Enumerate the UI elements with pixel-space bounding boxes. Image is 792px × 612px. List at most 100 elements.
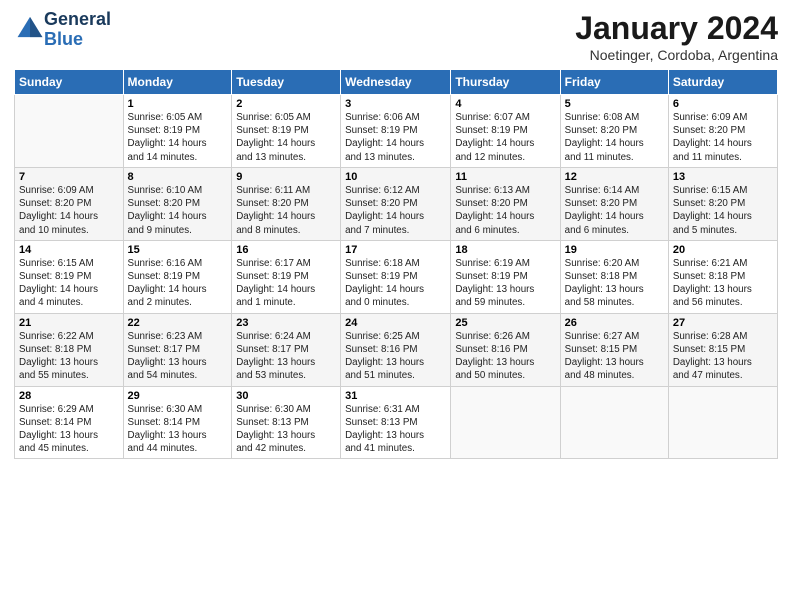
day-info: Sunrise: 6:24 AM Sunset: 8:17 PM Dayligh…: [236, 330, 336, 383]
day-number: 29: [128, 390, 228, 402]
calendar-cell: 20Sunrise: 6:21 AM Sunset: 8:18 PM Dayli…: [668, 240, 777, 313]
day-number: 24: [345, 317, 446, 329]
day-info: Sunrise: 6:30 AM Sunset: 8:13 PM Dayligh…: [236, 403, 336, 456]
day-number: 17: [345, 244, 446, 256]
day-info: Sunrise: 6:16 AM Sunset: 8:19 PM Dayligh…: [128, 257, 228, 310]
calendar-cell: 27Sunrise: 6:28 AM Sunset: 8:15 PM Dayli…: [668, 313, 777, 386]
day-number: 4: [455, 98, 555, 110]
calendar-table: SundayMondayTuesdayWednesdayThursdayFrid…: [14, 69, 778, 459]
calendar-cell: 7Sunrise: 6:09 AM Sunset: 8:20 PM Daylig…: [15, 167, 124, 240]
calendar-cell: 31Sunrise: 6:31 AM Sunset: 8:13 PM Dayli…: [341, 386, 451, 459]
logo-line1: General: [44, 9, 111, 29]
calendar-cell: 22Sunrise: 6:23 AM Sunset: 8:17 PM Dayli…: [123, 313, 232, 386]
col-header-friday: Friday: [560, 70, 668, 95]
calendar-cell: 16Sunrise: 6:17 AM Sunset: 8:19 PM Dayli…: [232, 240, 341, 313]
day-info: Sunrise: 6:09 AM Sunset: 8:20 PM Dayligh…: [19, 184, 119, 237]
day-number: 26: [565, 317, 664, 329]
day-info: Sunrise: 6:30 AM Sunset: 8:14 PM Dayligh…: [128, 403, 228, 456]
day-info: Sunrise: 6:13 AM Sunset: 8:20 PM Dayligh…: [455, 184, 555, 237]
calendar-cell: 17Sunrise: 6:18 AM Sunset: 8:19 PM Dayli…: [341, 240, 451, 313]
calendar-cell: 4Sunrise: 6:07 AM Sunset: 8:19 PM Daylig…: [451, 95, 560, 168]
day-info: Sunrise: 6:25 AM Sunset: 8:16 PM Dayligh…: [345, 330, 446, 383]
day-info: Sunrise: 6:11 AM Sunset: 8:20 PM Dayligh…: [236, 184, 336, 237]
day-info: Sunrise: 6:14 AM Sunset: 8:20 PM Dayligh…: [565, 184, 664, 237]
day-number: 3: [345, 98, 446, 110]
calendar-week-1: 1Sunrise: 6:05 AM Sunset: 8:19 PM Daylig…: [15, 95, 778, 168]
main-title: January 2024: [575, 10, 778, 47]
logo-line2: Blue: [44, 29, 83, 49]
page-container: General Blue January 2024 Noetinger, Cor…: [0, 0, 792, 467]
calendar-cell: 30Sunrise: 6:30 AM Sunset: 8:13 PM Dayli…: [232, 386, 341, 459]
day-number: 7: [19, 171, 119, 183]
day-number: 11: [455, 171, 555, 183]
logo-text-blue: Blue: [44, 30, 111, 50]
calendar-cell: [15, 95, 124, 168]
calendar-cell: 10Sunrise: 6:12 AM Sunset: 8:20 PM Dayli…: [341, 167, 451, 240]
calendar-cell: 25Sunrise: 6:26 AM Sunset: 8:16 PM Dayli…: [451, 313, 560, 386]
calendar-cell: 23Sunrise: 6:24 AM Sunset: 8:17 PM Dayli…: [232, 313, 341, 386]
calendar-cell: 1Sunrise: 6:05 AM Sunset: 8:19 PM Daylig…: [123, 95, 232, 168]
day-info: Sunrise: 6:15 AM Sunset: 8:20 PM Dayligh…: [673, 184, 773, 237]
day-info: Sunrise: 6:29 AM Sunset: 8:14 PM Dayligh…: [19, 403, 119, 456]
day-info: Sunrise: 6:08 AM Sunset: 8:20 PM Dayligh…: [565, 111, 664, 164]
day-number: 21: [19, 317, 119, 329]
day-info: Sunrise: 6:12 AM Sunset: 8:20 PM Dayligh…: [345, 184, 446, 237]
day-number: 9: [236, 171, 336, 183]
day-number: 31: [345, 390, 446, 402]
day-info: Sunrise: 6:18 AM Sunset: 8:19 PM Dayligh…: [345, 257, 446, 310]
calendar-cell: 11Sunrise: 6:13 AM Sunset: 8:20 PM Dayli…: [451, 167, 560, 240]
calendar-cell: 13Sunrise: 6:15 AM Sunset: 8:20 PM Dayli…: [668, 167, 777, 240]
calendar-cell: 29Sunrise: 6:30 AM Sunset: 8:14 PM Dayli…: [123, 386, 232, 459]
col-header-sunday: Sunday: [15, 70, 124, 95]
logo-text-general: General: [44, 10, 111, 30]
calendar-cell: 5Sunrise: 6:08 AM Sunset: 8:20 PM Daylig…: [560, 95, 668, 168]
calendar-cell: 2Sunrise: 6:05 AM Sunset: 8:19 PM Daylig…: [232, 95, 341, 168]
calendar-cell: 3Sunrise: 6:06 AM Sunset: 8:19 PM Daylig…: [341, 95, 451, 168]
day-number: 19: [565, 244, 664, 256]
calendar-week-4: 21Sunrise: 6:22 AM Sunset: 8:18 PM Dayli…: [15, 313, 778, 386]
calendar-header-row: SundayMondayTuesdayWednesdayThursdayFrid…: [15, 70, 778, 95]
day-info: Sunrise: 6:28 AM Sunset: 8:15 PM Dayligh…: [673, 330, 773, 383]
day-number: 18: [455, 244, 555, 256]
day-info: Sunrise: 6:20 AM Sunset: 8:18 PM Dayligh…: [565, 257, 664, 310]
day-info: Sunrise: 6:19 AM Sunset: 8:19 PM Dayligh…: [455, 257, 555, 310]
calendar-cell: 19Sunrise: 6:20 AM Sunset: 8:18 PM Dayli…: [560, 240, 668, 313]
calendar-cell: [451, 386, 560, 459]
day-number: 22: [128, 317, 228, 329]
day-info: Sunrise: 6:10 AM Sunset: 8:20 PM Dayligh…: [128, 184, 228, 237]
day-number: 20: [673, 244, 773, 256]
calendar-week-3: 14Sunrise: 6:15 AM Sunset: 8:19 PM Dayli…: [15, 240, 778, 313]
day-number: 12: [565, 171, 664, 183]
calendar-cell: 14Sunrise: 6:15 AM Sunset: 8:19 PM Dayli…: [15, 240, 124, 313]
day-number: 16: [236, 244, 336, 256]
calendar-cell: 6Sunrise: 6:09 AM Sunset: 8:20 PM Daylig…: [668, 95, 777, 168]
day-number: 10: [345, 171, 446, 183]
logo-icon: [16, 15, 44, 39]
calendar-cell: 12Sunrise: 6:14 AM Sunset: 8:20 PM Dayli…: [560, 167, 668, 240]
calendar-cell: 26Sunrise: 6:27 AM Sunset: 8:15 PM Dayli…: [560, 313, 668, 386]
day-info: Sunrise: 6:15 AM Sunset: 8:19 PM Dayligh…: [19, 257, 119, 310]
calendar-cell: 8Sunrise: 6:10 AM Sunset: 8:20 PM Daylig…: [123, 167, 232, 240]
subtitle: Noetinger, Cordoba, Argentina: [575, 47, 778, 63]
logo: General Blue: [14, 10, 111, 50]
day-info: Sunrise: 6:31 AM Sunset: 8:13 PM Dayligh…: [345, 403, 446, 456]
col-header-wednesday: Wednesday: [341, 70, 451, 95]
day-number: 6: [673, 98, 773, 110]
calendar-cell: 18Sunrise: 6:19 AM Sunset: 8:19 PM Dayli…: [451, 240, 560, 313]
day-number: 13: [673, 171, 773, 183]
day-number: 14: [19, 244, 119, 256]
day-info: Sunrise: 6:05 AM Sunset: 8:19 PM Dayligh…: [236, 111, 336, 164]
calendar-cell: 28Sunrise: 6:29 AM Sunset: 8:14 PM Dayli…: [15, 386, 124, 459]
day-number: 2: [236, 98, 336, 110]
day-number: 23: [236, 317, 336, 329]
calendar-cell: 24Sunrise: 6:25 AM Sunset: 8:16 PM Dayli…: [341, 313, 451, 386]
day-info: Sunrise: 6:06 AM Sunset: 8:19 PM Dayligh…: [345, 111, 446, 164]
day-info: Sunrise: 6:23 AM Sunset: 8:17 PM Dayligh…: [128, 330, 228, 383]
day-info: Sunrise: 6:22 AM Sunset: 8:18 PM Dayligh…: [19, 330, 119, 383]
col-header-tuesday: Tuesday: [232, 70, 341, 95]
day-info: Sunrise: 6:27 AM Sunset: 8:15 PM Dayligh…: [565, 330, 664, 383]
day-number: 8: [128, 171, 228, 183]
day-number: 28: [19, 390, 119, 402]
calendar-week-2: 7Sunrise: 6:09 AM Sunset: 8:20 PM Daylig…: [15, 167, 778, 240]
day-info: Sunrise: 6:17 AM Sunset: 8:19 PM Dayligh…: [236, 257, 336, 310]
